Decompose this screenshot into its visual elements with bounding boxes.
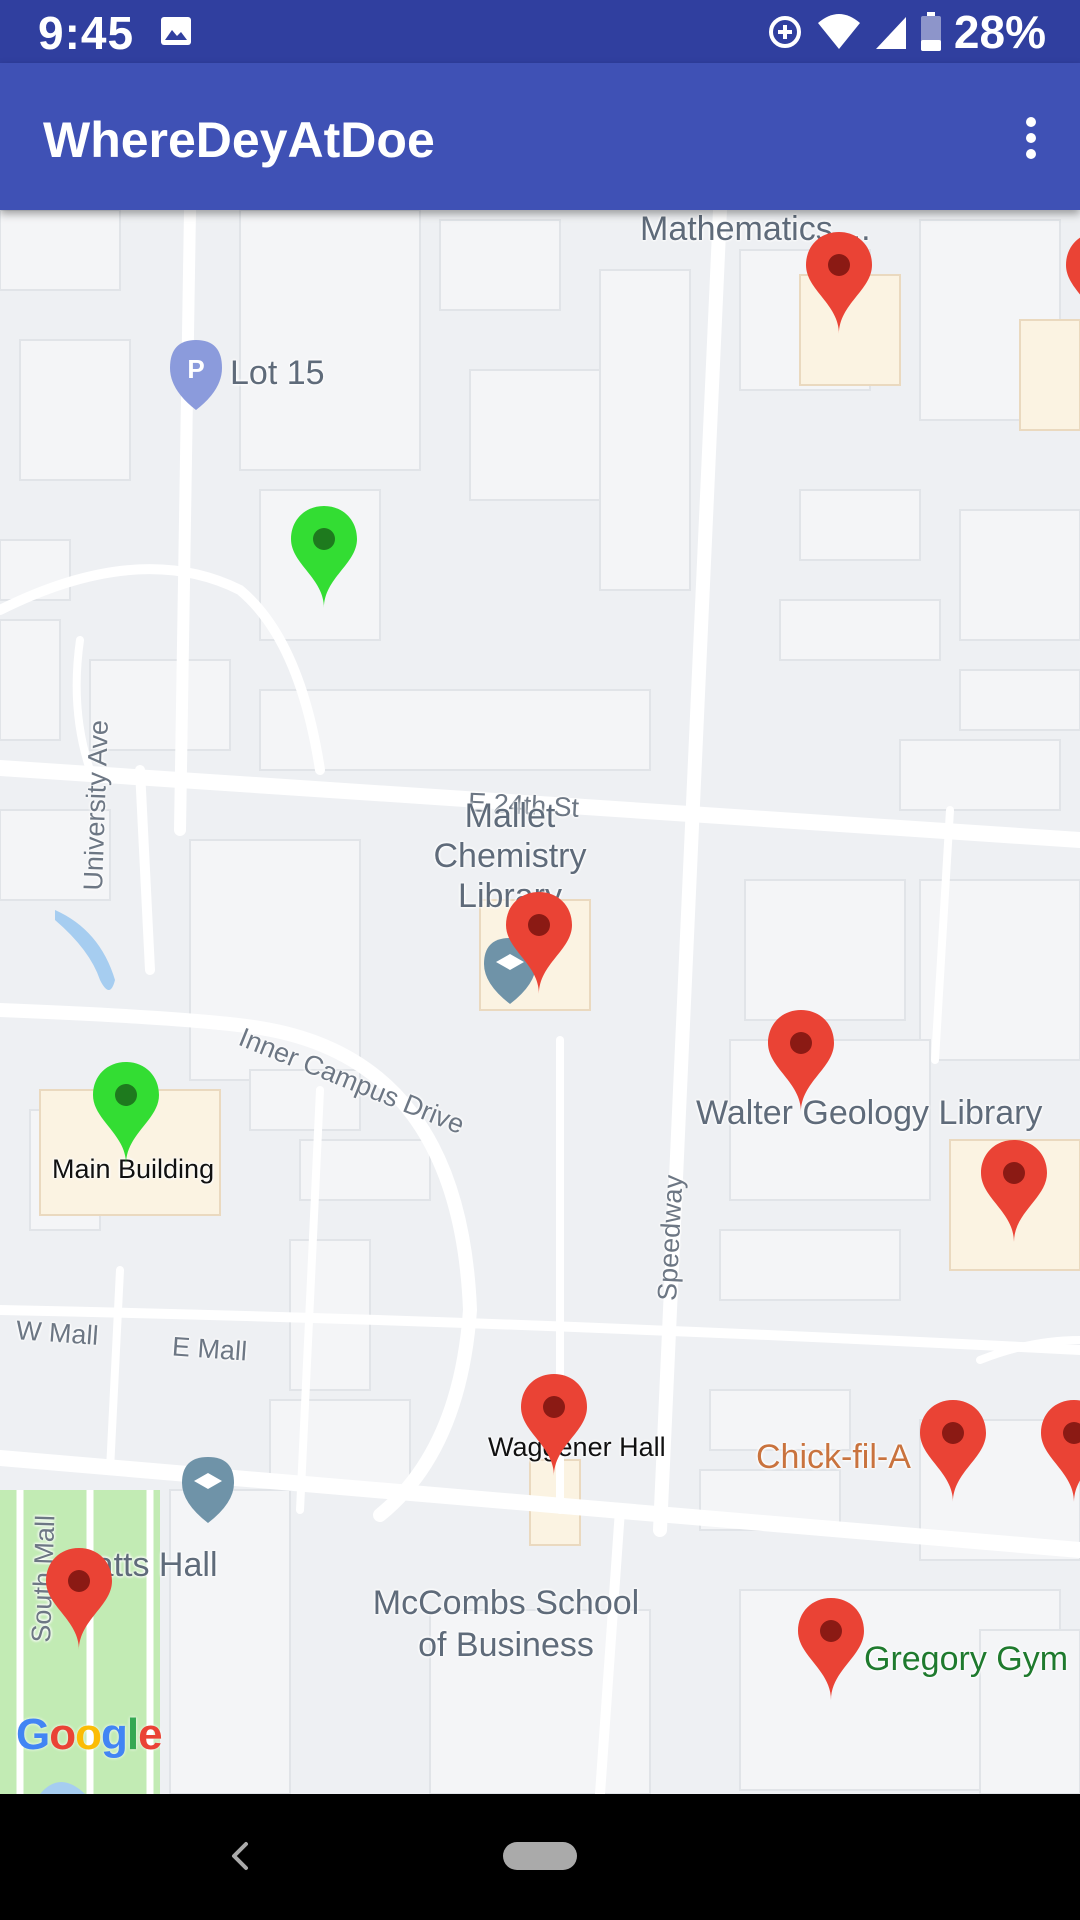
map-label-gregory-gym: Gregory Gym xyxy=(864,1640,1069,1678)
map-marker-red[interactable] xyxy=(1066,232,1080,334)
status-time: 9:45 xyxy=(38,7,135,59)
google-logo: Google xyxy=(16,1710,163,1759)
map-marker-red[interactable] xyxy=(981,1140,1047,1242)
map-marker-red[interactable] xyxy=(506,892,572,994)
map-marker-red[interactable] xyxy=(798,1598,864,1700)
app-bar: WhereDeyAtDoe xyxy=(0,63,1080,210)
home-pill-icon[interactable] xyxy=(503,1842,577,1870)
map-label-speedway: Speedway xyxy=(652,1174,689,1302)
cell-signal-icon xyxy=(875,17,906,49)
battery-icon xyxy=(920,12,941,51)
battery-percent: 28% xyxy=(953,6,1046,58)
svg-text:P: P xyxy=(187,354,204,384)
map-marker-red[interactable] xyxy=(920,1400,986,1502)
map-marker-red[interactable] xyxy=(46,1548,112,1650)
app-title: WhereDeyAtDoe xyxy=(43,112,435,168)
map-marker-red[interactable] xyxy=(521,1374,587,1476)
wifi-icon xyxy=(817,14,860,49)
status-icons: 28% xyxy=(766,6,1046,58)
map-label-w-mall: W Mall xyxy=(15,1315,100,1351)
map-marker-green[interactable] xyxy=(93,1062,159,1164)
more-vert-icon[interactable] xyxy=(1000,103,1060,173)
map-view[interactable]: P Mathematics ... Lot 15 E 24th St Malle… xyxy=(0,210,1080,1794)
back-icon[interactable] xyxy=(220,1836,260,1876)
map-marker-green[interactable] xyxy=(291,506,357,608)
map-label-e-mall: E Mall xyxy=(171,1331,249,1367)
map-label-mccombs: McCombs School of Business xyxy=(372,1584,640,1664)
navigation-bar xyxy=(0,1794,1080,1920)
map-label-chick-fil-a: Chick-fil-A xyxy=(756,1438,911,1476)
map-marker-red[interactable] xyxy=(806,232,872,334)
map-label-walter-geology-library: Walter Geology Library xyxy=(696,1094,1043,1132)
status-bar: 9:45 28% xyxy=(0,0,1080,63)
image-icon xyxy=(161,17,191,45)
map-label-university-ave: University Ave xyxy=(78,719,114,892)
map-label-lot15: Lot 15 xyxy=(230,354,325,392)
map-marker-red[interactable] xyxy=(1041,1400,1080,1502)
parking-icon: P xyxy=(170,340,222,410)
data-saver-icon xyxy=(768,16,801,48)
map-marker-red[interactable] xyxy=(768,1010,834,1112)
